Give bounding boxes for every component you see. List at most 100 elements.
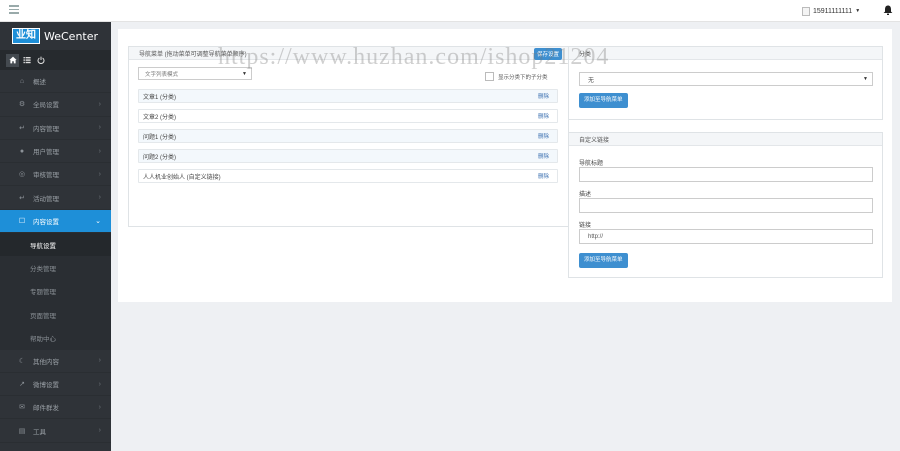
sidebar-item-label: 其他内容	[33, 358, 59, 366]
custom-link-panel-header: 自定义链接	[569, 133, 882, 146]
category-select-value: 无	[588, 77, 595, 84]
sidebar-item-global-settings[interactable]: ⚙ 全局设置 ›	[0, 93, 111, 117]
hamburger-icon[interactable]	[9, 5, 19, 15]
delete-link[interactable]: 删除	[538, 152, 549, 160]
chevron-right-icon: ›	[98, 403, 101, 411]
caret-down-icon: ▼	[242, 70, 247, 77]
reply-icon: ↵	[19, 194, 25, 202]
sidebar-item-content-settings[interactable]: ☐ 内容设置 ⌄	[0, 209, 111, 234]
sidebar-item-label: 全局设置	[33, 102, 59, 110]
brand[interactable]: 业知 WeCenter	[0, 22, 111, 50]
nav-menu-panel: 导航菜单 (拖动菜单可调整导航菜单顺序) 保存设置 文字列表模式 ▼ 显示分类下…	[128, 46, 569, 227]
main-content: 导航菜单 (拖动菜单可调整导航菜单顺序) 保存设置 文字列表模式 ▼ 显示分类下…	[118, 29, 892, 302]
add-category-to-menu-button[interactable]: 添加至导航菜单	[579, 93, 628, 108]
moon-icon: ☾	[18, 357, 26, 365]
list-icon[interactable]	[20, 54, 33, 67]
sidebar-subitem-help-center[interactable]: 帮助中心	[0, 326, 111, 350]
nav-menu-row[interactable]: 问题1 (分类) 删除	[138, 129, 558, 143]
category-heading: 分类	[579, 51, 592, 58]
sidebar: 业知 WeCenter ⌂ 概述 ⚙ 全局设置 › ↵ 内容管理 › ● 用户管…	[0, 22, 111, 451]
nav-menu-row-label: 文章1 (分类)	[143, 94, 177, 101]
username: 15911111111	[813, 7, 853, 15]
home-icon[interactable]	[6, 53, 19, 67]
nav-menu-row-label: 人人机业创始人 (自定义链接)	[143, 174, 221, 181]
top-bar: 15911111111 ▼	[0, 0, 900, 22]
nav-menu-row-label: 问题1 (分类)	[143, 134, 177, 141]
brand-name: WeCenter	[44, 29, 99, 43]
sidebar-item-activity-management[interactable]: ↵ 活动管理 ›	[0, 186, 111, 210]
sidebar-item-other-content[interactable]: ☾ 其他内容 ›	[0, 350, 111, 373]
quick-actions	[0, 50, 111, 70]
custom-link-panel: 自定义链接 导航标题 描述 链接 http:// 添加至导航菜单	[568, 132, 883, 278]
sidebar-item-label: 活动管理	[33, 195, 59, 203]
chevron-right-icon: ›	[98, 100, 101, 108]
nav-menu-list: 文章1 (分类) 删除 文章2 (分类) 删除 问题1 (分类) 删除 问题2 …	[138, 89, 558, 189]
reply-icon: ↵	[19, 124, 25, 132]
chevron-right-icon: ›	[98, 194, 101, 202]
nav-menu-row[interactable]: 文章2 (分类) 删除	[138, 109, 558, 123]
delete-link[interactable]: 删除	[538, 132, 549, 140]
nav-menu-row[interactable]: 人人机业创始人 (自定义链接) 删除	[138, 169, 558, 183]
sidebar-item-label: 用户管理	[33, 149, 59, 157]
nav-menu-row-label: 文章2 (分类)	[143, 114, 177, 121]
chevron-right-icon: ›	[98, 380, 101, 388]
display-mode-value: 文字列表模式	[145, 71, 179, 78]
description-input[interactable]	[579, 198, 873, 213]
sidebar-subitem-page-management[interactable]: 页面管理	[0, 302, 111, 327]
brand-logo: 业知	[12, 28, 40, 44]
chevron-right-icon: ›	[98, 147, 101, 155]
display-mode-select[interactable]: 文字列表模式 ▼	[138, 67, 252, 80]
sidebar-item-label: 内容设置	[33, 218, 59, 226]
sidebar-item-label: 工具	[33, 428, 46, 436]
caret-down-icon: ▼	[863, 76, 868, 82]
mail-icon: ✉	[19, 404, 25, 412]
chevron-right-icon: ›	[98, 124, 101, 132]
nav-menu-row[interactable]: 文章1 (分类) 删除	[138, 89, 558, 103]
sidebar-subitem-nav-settings[interactable]: 导航设置	[0, 233, 111, 257]
nav-menu-row[interactable]: 问题2 (分类) 删除	[138, 149, 558, 163]
delete-link[interactable]: 删除	[538, 172, 549, 180]
description-label: 描述	[579, 192, 592, 198]
sidebar-item-label: 邮件群发	[33, 405, 59, 413]
nav-menu-row-label: 问题2 (分类)	[143, 154, 177, 161]
sidebar-item-tools[interactable]: ▤ 工具 ›	[0, 419, 111, 443]
user-menu[interactable]: 15911111111 ▼	[802, 5, 860, 17]
show-subcategories-label: 显示分类下的子分类	[498, 74, 548, 81]
share-icon: ↗	[19, 381, 25, 388]
delete-link[interactable]: 删除	[538, 112, 549, 120]
category-panel: 分类 无 ▼ 添加至导航菜单	[568, 46, 883, 120]
sidebar-subitem-topic-management[interactable]: 专题管理	[0, 279, 111, 303]
sidebar-item-mass-mail[interactable]: ✉ 邮件群发 ›	[0, 396, 111, 420]
power-icon[interactable]	[34, 54, 47, 67]
bell-icon[interactable]	[882, 4, 894, 16]
nav-menu-heading: 导航菜单 (拖动菜单可调整导航菜单顺序)	[139, 51, 247, 58]
delete-link[interactable]: 删除	[538, 92, 549, 100]
sidebar-item-user-management[interactable]: ● 用户管理 ›	[0, 140, 111, 164]
sidebar-subitem-category-management[interactable]: 分类管理	[0, 256, 111, 280]
show-subcategories-checkbox[interactable]	[485, 72, 494, 81]
sidebar-item-label: 微博设置	[33, 382, 59, 389]
gear-icon: ⚙	[18, 101, 26, 109]
sidebar-item-label: 内容管理	[33, 125, 59, 133]
shield-icon: ◎	[18, 171, 26, 179]
link-input[interactable]: http://	[579, 229, 873, 244]
custom-link-heading: 自定义链接	[579, 137, 610, 144]
category-select[interactable]: 无 ▼	[579, 72, 873, 86]
category-panel-header: 分类	[569, 47, 882, 60]
chevron-right-icon: ›	[98, 427, 101, 435]
home-icon: ⌂	[19, 77, 25, 85]
save-settings-button[interactable]: 保存设置	[533, 48, 562, 60]
chevron-right-icon: ›	[98, 170, 101, 178]
sidebar-item-overview[interactable]: ⌂ 概述	[0, 70, 111, 94]
caret-down-icon: ▼	[855, 8, 861, 14]
user-icon: ●	[19, 147, 25, 155]
nav-title-label: 导航标题	[579, 161, 604, 167]
sidebar-item-weibo-settings[interactable]: ↗ 微博设置 ›	[0, 373, 111, 397]
sidebar-item-content-management[interactable]: ↵ 内容管理 ›	[0, 117, 111, 140]
square-icon: ☐	[18, 217, 26, 225]
add-link-to-menu-button[interactable]: 添加至导航菜单	[579, 253, 628, 268]
chevron-down-icon: ⌄	[95, 217, 101, 225]
nav-title-input[interactable]	[579, 167, 873, 182]
sidebar-item-review-management[interactable]: ◎ 审核管理 ›	[0, 163, 111, 187]
briefcase-icon: ▤	[18, 427, 26, 435]
